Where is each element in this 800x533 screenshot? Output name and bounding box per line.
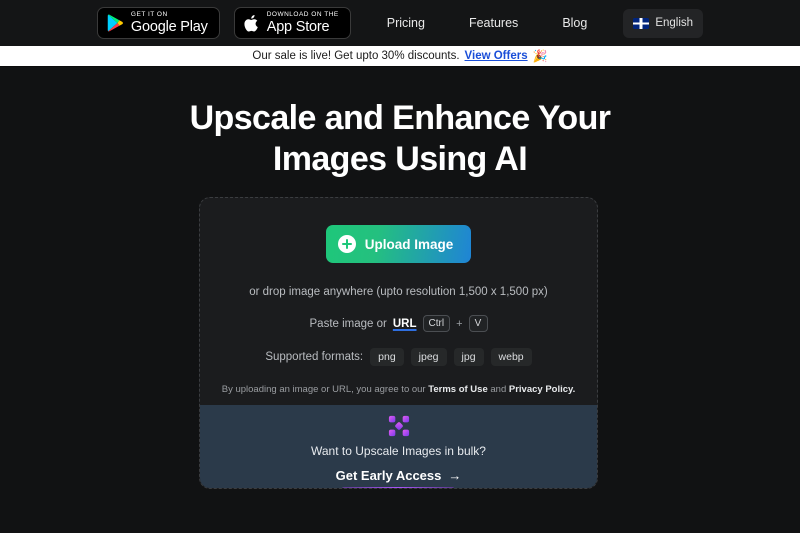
paste-url-link[interactable]: URL bbox=[393, 318, 417, 330]
terms-disclaimer: By uploading an image or URL, you agree … bbox=[222, 384, 576, 395]
announcement-bar: Our sale is live! Get upto 30% discounts… bbox=[0, 46, 800, 67]
nav-link-features[interactable]: Features bbox=[447, 0, 540, 46]
key-ctrl: Ctrl bbox=[422, 315, 451, 332]
get-early-access-link[interactable]: Get Early Access → bbox=[336, 468, 462, 483]
google-play-icon bbox=[107, 14, 123, 32]
privacy-policy-link[interactable]: Privacy Policy. bbox=[509, 384, 575, 395]
bulk-upscale-icon bbox=[388, 415, 409, 437]
google-play-title: Google Play bbox=[130, 19, 208, 35]
app-store-subtitle: Download on the bbox=[266, 10, 339, 18]
drop-hint-text: or drop image anywhere (upto resolution … bbox=[249, 286, 548, 298]
format-chip-jpg: jpg bbox=[453, 348, 484, 366]
supported-formats-row: Supported formats: png jpeg jpg webp bbox=[265, 348, 532, 366]
bulk-panel-title: Want to Upscale Images in bulk? bbox=[311, 444, 486, 458]
top-navigation-bar: GET IT ON Google Play Download on the Ap… bbox=[0, 0, 800, 46]
page-title-line-2: Images Using AI bbox=[272, 140, 528, 179]
format-chip-png: png bbox=[370, 348, 404, 366]
language-selector[interactable]: English bbox=[623, 8, 704, 38]
terms-of-use-link[interactable]: Terms of Use bbox=[428, 384, 487, 395]
google-play-text: GET IT ON Google Play bbox=[130, 10, 208, 35]
language-label: English bbox=[655, 17, 694, 29]
paste-row: Paste image or URL Ctrl + V bbox=[310, 315, 488, 332]
plus-circle-icon bbox=[337, 235, 356, 253]
format-chip-jpeg: jpeg bbox=[410, 348, 447, 366]
apple-icon bbox=[244, 14, 258, 31]
cta-underline-accent bbox=[342, 487, 455, 488]
hero-section: Upscale and Enhance Your Images Using AI bbox=[0, 67, 800, 181]
view-offers-link[interactable]: View Offers bbox=[465, 50, 528, 62]
app-store-title: App Store bbox=[266, 19, 330, 35]
nav-inner: GET IT ON Google Play Download on the Ap… bbox=[96, 0, 704, 46]
drop-zone[interactable]: Upload Image or drop image anywhere (upt… bbox=[200, 198, 597, 405]
uk-flag-icon bbox=[633, 17, 650, 29]
terms-prefix: By uploading an image or URL, you agree … bbox=[221, 384, 426, 395]
upload-image-button[interactable]: Upload Image bbox=[325, 225, 472, 263]
upload-card[interactable]: Upload Image or drop image anywhere (upt… bbox=[199, 197, 598, 489]
paste-prefix-label: Paste image or bbox=[309, 317, 387, 330]
announcement-message: Our sale is live! Get upto 30% discounts… bbox=[252, 50, 460, 62]
bulk-cta-wrapper[interactable]: Get Early Access → bbox=[336, 468, 462, 488]
terms-and: and bbox=[490, 384, 507, 395]
app-store-badge[interactable]: Download on the App Store bbox=[233, 7, 351, 39]
party-popper-icon: 🎉 bbox=[532, 49, 548, 63]
get-early-access-label: Get Early Access bbox=[335, 468, 442, 483]
key-plus-separator: + bbox=[456, 317, 463, 330]
nav-link-pricing[interactable]: Pricing bbox=[365, 0, 447, 46]
bulk-upscale-panel: Want to Upscale Images in bulk? Get Earl… bbox=[200, 405, 597, 488]
upload-image-button-label: Upload Image bbox=[364, 236, 454, 252]
key-v: V bbox=[468, 315, 488, 332]
page-title: Upscale and Enhance Your Images Using AI bbox=[0, 98, 800, 181]
arrow-right-icon: → bbox=[448, 468, 462, 483]
google-play-badge[interactable]: GET IT ON Google Play bbox=[96, 7, 220, 39]
format-chip-webp: webp bbox=[490, 348, 532, 366]
app-store-text: Download on the App Store bbox=[266, 10, 339, 35]
google-play-subtitle: GET IT ON bbox=[130, 10, 168, 18]
page-title-line-1: Upscale and Enhance Your bbox=[189, 99, 611, 137]
supported-formats-label: Supported formats: bbox=[265, 351, 364, 363]
nav-link-blog[interactable]: Blog bbox=[540, 0, 609, 46]
